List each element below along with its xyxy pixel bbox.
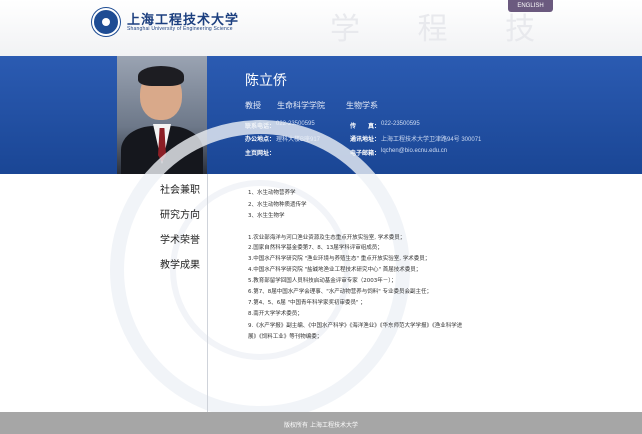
nav-item-research[interactable]: 研究方向	[160, 206, 200, 221]
position-item: 8.南开大学学术委员；	[248, 311, 303, 317]
address-label: 通讯地址：	[350, 136, 381, 143]
footer: 版权所有 上海工程技术大学	[0, 412, 642, 434]
position-item: 3.中国水产科学研究院 "渔业环境与养殖生态" 重点开放实验室, 学术委员；	[248, 256, 431, 262]
nav-item-social-positions[interactable]: 社会兼职	[160, 181, 200, 196]
university-name-en: Shanghai University of Engineering Scien…	[127, 26, 233, 32]
research-item: 2、水生动物种质遗传学	[248, 202, 307, 208]
position-item: 2.国家自然科学基金委第7、8、13届学科评审组成员；	[248, 245, 383, 251]
fax-label: 传 真：	[350, 123, 381, 130]
position-item: 展》《饲料工业》等刊物编委；	[248, 334, 323, 340]
position-item: 7.第4、5、6届 "中国青年科学家奖初审委员" ；	[248, 300, 366, 306]
profile-name: 陈立侨	[245, 73, 287, 89]
position-item: 6.第7、8届中国水产学会理事、"水产动物营养与饲料" 专业委员会副主任；	[248, 289, 433, 295]
address-value: 上海工程技术大学卫津路94号 300071	[381, 137, 482, 143]
profile-department: 生物学系	[346, 101, 378, 110]
research-item: 3、水生生物学	[248, 213, 285, 219]
footer-copyright: 版权所有 上海工程技术大学	[284, 422, 358, 429]
nav-item-teaching[interactable]: 教学成果	[160, 256, 200, 271]
position-item: 5.教育部留学回国人员科技启动基金评审专家（2003年－）；	[248, 278, 397, 284]
profile-college: 生命科学学院	[277, 101, 325, 110]
sidebar-divider	[207, 174, 208, 412]
university-seal-icon[interactable]	[92, 8, 120, 36]
english-button[interactable]: ENGLISH	[508, 0, 553, 12]
position-item: 1.农业部海洋与河口渔业资源及生态重点开放实验室, 学术委员；	[248, 235, 406, 241]
position-item: 4.中国水产科学研究院 "盐碱地渔业工程技术研究中心" 首届技术委员；	[248, 267, 422, 273]
nav-item-honors[interactable]: 学术荣誉	[160, 231, 200, 246]
position-item: 9.《水产学报》副主编、《中国水产科学》《海洋渔业》《华东师范大学学报》《渔业科…	[248, 323, 463, 329]
profile-title: 教授	[245, 101, 261, 110]
research-item: 1、水生动物营养学	[248, 190, 296, 196]
fax-value: 022-23500595	[381, 121, 420, 127]
email-link[interactable]: lqchen@bio.ecnu.edu.cn	[381, 148, 447, 154]
